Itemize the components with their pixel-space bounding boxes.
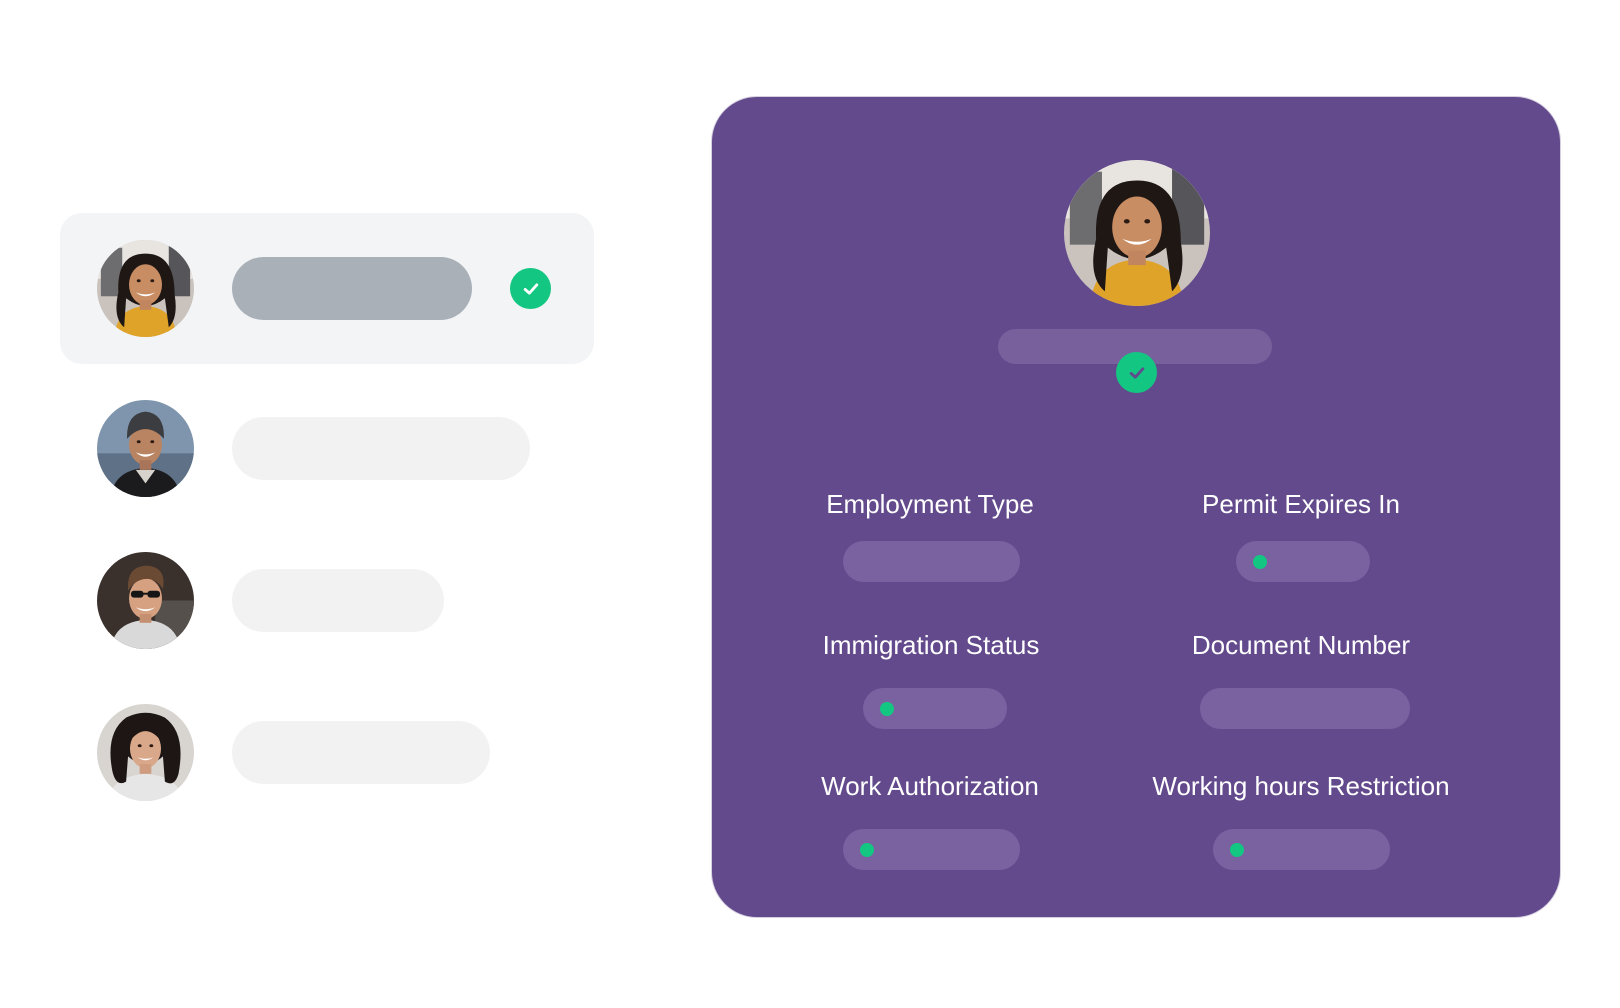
avatar-woman-smiling-icon — [97, 240, 194, 337]
field-value-placeholder — [843, 829, 1020, 870]
avatar-woman-curly-hair-icon — [97, 704, 194, 801]
employee-name-placeholder — [232, 721, 490, 784]
employee-name-placeholder — [232, 569, 444, 632]
employee-avatar — [97, 704, 194, 801]
employee-avatar — [97, 552, 194, 649]
avatar-woman-smiling-icon — [1064, 160, 1210, 306]
profile-avatar — [1064, 160, 1210, 306]
employee-avatar — [97, 240, 194, 337]
field-value-placeholder — [1200, 688, 1410, 729]
check-icon — [523, 282, 538, 295]
employee-row-3[interactable] — [60, 525, 594, 676]
field-label: Immigration Status — [822, 630, 1040, 660]
field-value-placeholder — [843, 541, 1020, 582]
status-dot-icon — [880, 702, 894, 716]
employee-avatar — [97, 400, 194, 497]
field-value-placeholder — [1236, 541, 1370, 582]
status-dot-icon — [1230, 843, 1244, 857]
field-label: Document Number — [1191, 630, 1411, 660]
employee-row-1[interactable] — [60, 213, 594, 364]
check-icon — [1129, 366, 1144, 379]
employee-name-placeholder — [232, 417, 530, 480]
profile-verified-badge — [1116, 352, 1157, 393]
status-dot-icon — [1253, 555, 1267, 569]
verified-badge — [510, 268, 551, 309]
status-dot-icon — [860, 843, 874, 857]
field-label: Working hours Restriction — [1152, 771, 1450, 801]
field-label: Work Authorization — [821, 771, 1039, 801]
avatar-man-beanie-icon — [97, 400, 194, 497]
avatar-man-sunglasses-icon — [97, 552, 194, 649]
field-label: Employment Type — [826, 489, 1034, 519]
employee-profile-card: Employment Type Permit Expires In Immigr… — [711, 96, 1561, 918]
field-value-placeholder — [863, 688, 1007, 729]
field-value-placeholder — [1213, 829, 1390, 870]
employee-name-placeholder — [232, 257, 472, 320]
employee-row-4[interactable] — [60, 677, 594, 828]
employee-row-2[interactable] — [60, 373, 594, 524]
field-label: Permit Expires In — [1202, 489, 1400, 519]
